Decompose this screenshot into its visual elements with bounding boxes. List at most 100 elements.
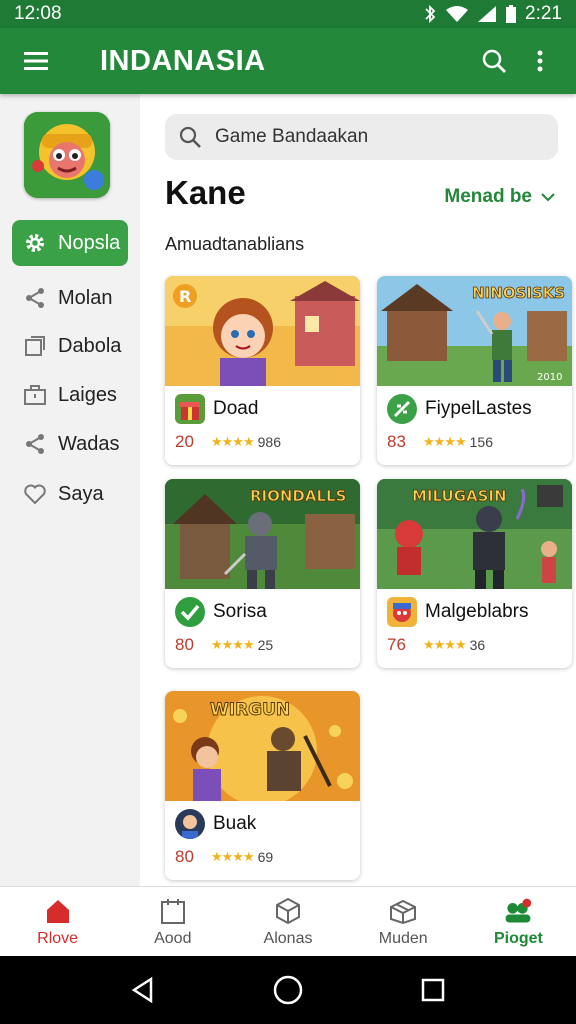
game-thumbnail: RIONDALLS — [165, 479, 360, 589]
search-input[interactable]: Game Bandaakan — [165, 114, 558, 160]
game-price: 76 — [387, 635, 406, 654]
game-title: Buak — [213, 813, 257, 834]
wifi-icon — [446, 6, 469, 22]
search-icon[interactable] — [474, 41, 514, 81]
game-price: 83 — [387, 432, 406, 451]
cube-icon — [273, 896, 303, 926]
rating-stars: ★★★★ — [211, 637, 255, 652]
game-card[interactable]: MILUGASIN Malgeblabrs 76 ★★★★ 36 — [377, 479, 572, 668]
svg-text:R: R — [179, 287, 191, 306]
sidebar-item-label: Nopsla — [58, 231, 121, 254]
sidebar-item-laiges[interactable]: Laiges — [12, 372, 128, 418]
bottom-nav-label: Alonas — [263, 929, 313, 947]
sidebar-item-nopsla[interactable]: Nopsla — [12, 220, 128, 266]
status-bar: 12:08 2:21 — [0, 0, 576, 28]
app-bar: INDANASIA — [0, 28, 576, 94]
game-title-row: Doad — [175, 394, 258, 424]
bottom-nav-aood[interactable]: Aood — [115, 887, 230, 956]
menu-icon[interactable] — [16, 41, 56, 81]
main-content: Game Bandaakan Kane Menad be Amuadtanabl… — [140, 94, 576, 886]
rating-count: 69 — [257, 849, 274, 865]
avatar-icon — [175, 809, 205, 839]
rating-stars: ★★★★ — [423, 637, 467, 652]
more-vert-icon[interactable] — [520, 41, 560, 81]
game-price: 20 — [175, 432, 194, 451]
sidebar-item-dabola[interactable]: Dabola — [12, 323, 128, 369]
status-time-left: 12:08 — [14, 3, 62, 24]
battery-icon — [506, 5, 517, 23]
app-title: INDANASIA — [100, 44, 266, 77]
bottom-nav-label: Aood — [154, 929, 192, 947]
bottom-nav: Rlove Aood Alonas Muden Pioget — [0, 886, 576, 956]
section-title: Kane — [165, 174, 246, 211]
game-meta: 80 ★★★★ 25 — [175, 635, 273, 655]
gear-icon — [22, 230, 48, 256]
game-meta: 20 ★★★★ 986 — [175, 432, 281, 452]
thumbnail-caption: RIONDALLS — [250, 487, 346, 505]
rating-count: 36 — [469, 637, 486, 653]
sidebar-item-molan[interactable]: Molan — [12, 275, 128, 321]
recents-icon[interactable] — [411, 968, 455, 1012]
game-title-row: FiypelLastes — [387, 394, 532, 424]
sidebar-item-label: Laiges — [58, 383, 117, 406]
square-icon — [22, 333, 48, 359]
leaf-icon — [387, 394, 417, 424]
thumbnail-caption: MILUGASIN — [412, 487, 507, 505]
sidebar-item-label: Dabola — [58, 334, 122, 357]
rating-count: 986 — [257, 434, 281, 450]
sidebar-item-label: Saya — [58, 482, 104, 505]
sidebar-item-saya[interactable]: Saya — [12, 471, 128, 517]
bottom-nav-label: Muden — [378, 929, 428, 947]
game-meta: 83 ★★★★ 156 — [387, 432, 493, 452]
game-meta: 76 ★★★★ 36 — [387, 635, 485, 655]
sort-dropdown[interactable]: Menad be — [444, 186, 556, 208]
game-character-icon — [387, 597, 417, 627]
game-title-row: Sorisa — [175, 597, 267, 627]
signal-icon — [478, 6, 497, 22]
briefcase-icon — [22, 382, 48, 408]
bottom-nav-muden[interactable]: Muden — [346, 887, 461, 956]
heart-icon — [22, 481, 48, 507]
game-title: Sorisa — [213, 601, 267, 622]
game-card[interactable]: RIONDALLS Sorisa 80 ★★★★ 25 — [165, 479, 360, 668]
thumbnail-caption: WIRGUN — [210, 700, 290, 720]
bottom-nav-label: Rlove — [37, 929, 79, 947]
checkmark-icon — [175, 597, 205, 627]
game-card[interactable]: WIRGUN Buak 80 ★★★★ 69 — [165, 691, 360, 880]
system-nav-bar — [0, 956, 576, 1024]
share-icon — [22, 431, 48, 457]
game-thumbnail: R — [165, 276, 360, 386]
sidebar-item-label: Wadas — [58, 432, 120, 455]
game-title-row: Buak — [175, 809, 256, 839]
rating-count: 25 — [257, 637, 274, 653]
people-icon — [503, 896, 533, 926]
game-price: 80 — [175, 635, 194, 654]
home-icon — [43, 896, 73, 926]
sidebar-item-wadas[interactable]: Wadas — [12, 421, 128, 467]
sort-label: Menad be — [444, 186, 532, 207]
share-icon — [22, 285, 48, 311]
game-price: 80 — [175, 847, 194, 866]
app-logo[interactable] — [24, 112, 110, 198]
bottom-nav-label: Pioget — [493, 929, 543, 947]
bottom-nav-alonas[interactable]: Alonas — [230, 887, 345, 956]
bottom-nav-pioget[interactable]: Pioget — [461, 887, 576, 956]
home-button-icon[interactable] — [266, 968, 310, 1012]
bottom-nav-home[interactable]: Rlove — [0, 887, 115, 956]
status-time-right: 2:21 — [525, 3, 562, 24]
game-title: Doad — [213, 398, 259, 419]
sidebar-item-label: Molan — [58, 286, 113, 309]
game-card[interactable]: R Doad 20 ★★★★ 986 — [165, 276, 360, 465]
rating-count: 156 — [469, 434, 493, 450]
bluetooth-icon — [425, 4, 436, 24]
game-thumbnail: WIRGUN — [165, 691, 360, 801]
rating-stars: ★★★★ — [423, 434, 467, 449]
game-title-row: Malgeblabrs — [387, 597, 529, 627]
game-meta: 80 ★★★★ 69 — [175, 847, 273, 867]
game-thumbnail: NINOSISKS 2010 — [377, 276, 572, 386]
chevron-down-icon — [541, 193, 555, 202]
back-icon[interactable] — [121, 968, 165, 1012]
sidebar: Nopsla Molan Dabola Laiges Wadas Saya — [0, 94, 140, 886]
search-placeholder: Game Bandaakan — [215, 126, 369, 147]
game-card[interactable]: NINOSISKS 2010 FiypelLastes 83 ★★★★ 156 — [377, 276, 572, 465]
